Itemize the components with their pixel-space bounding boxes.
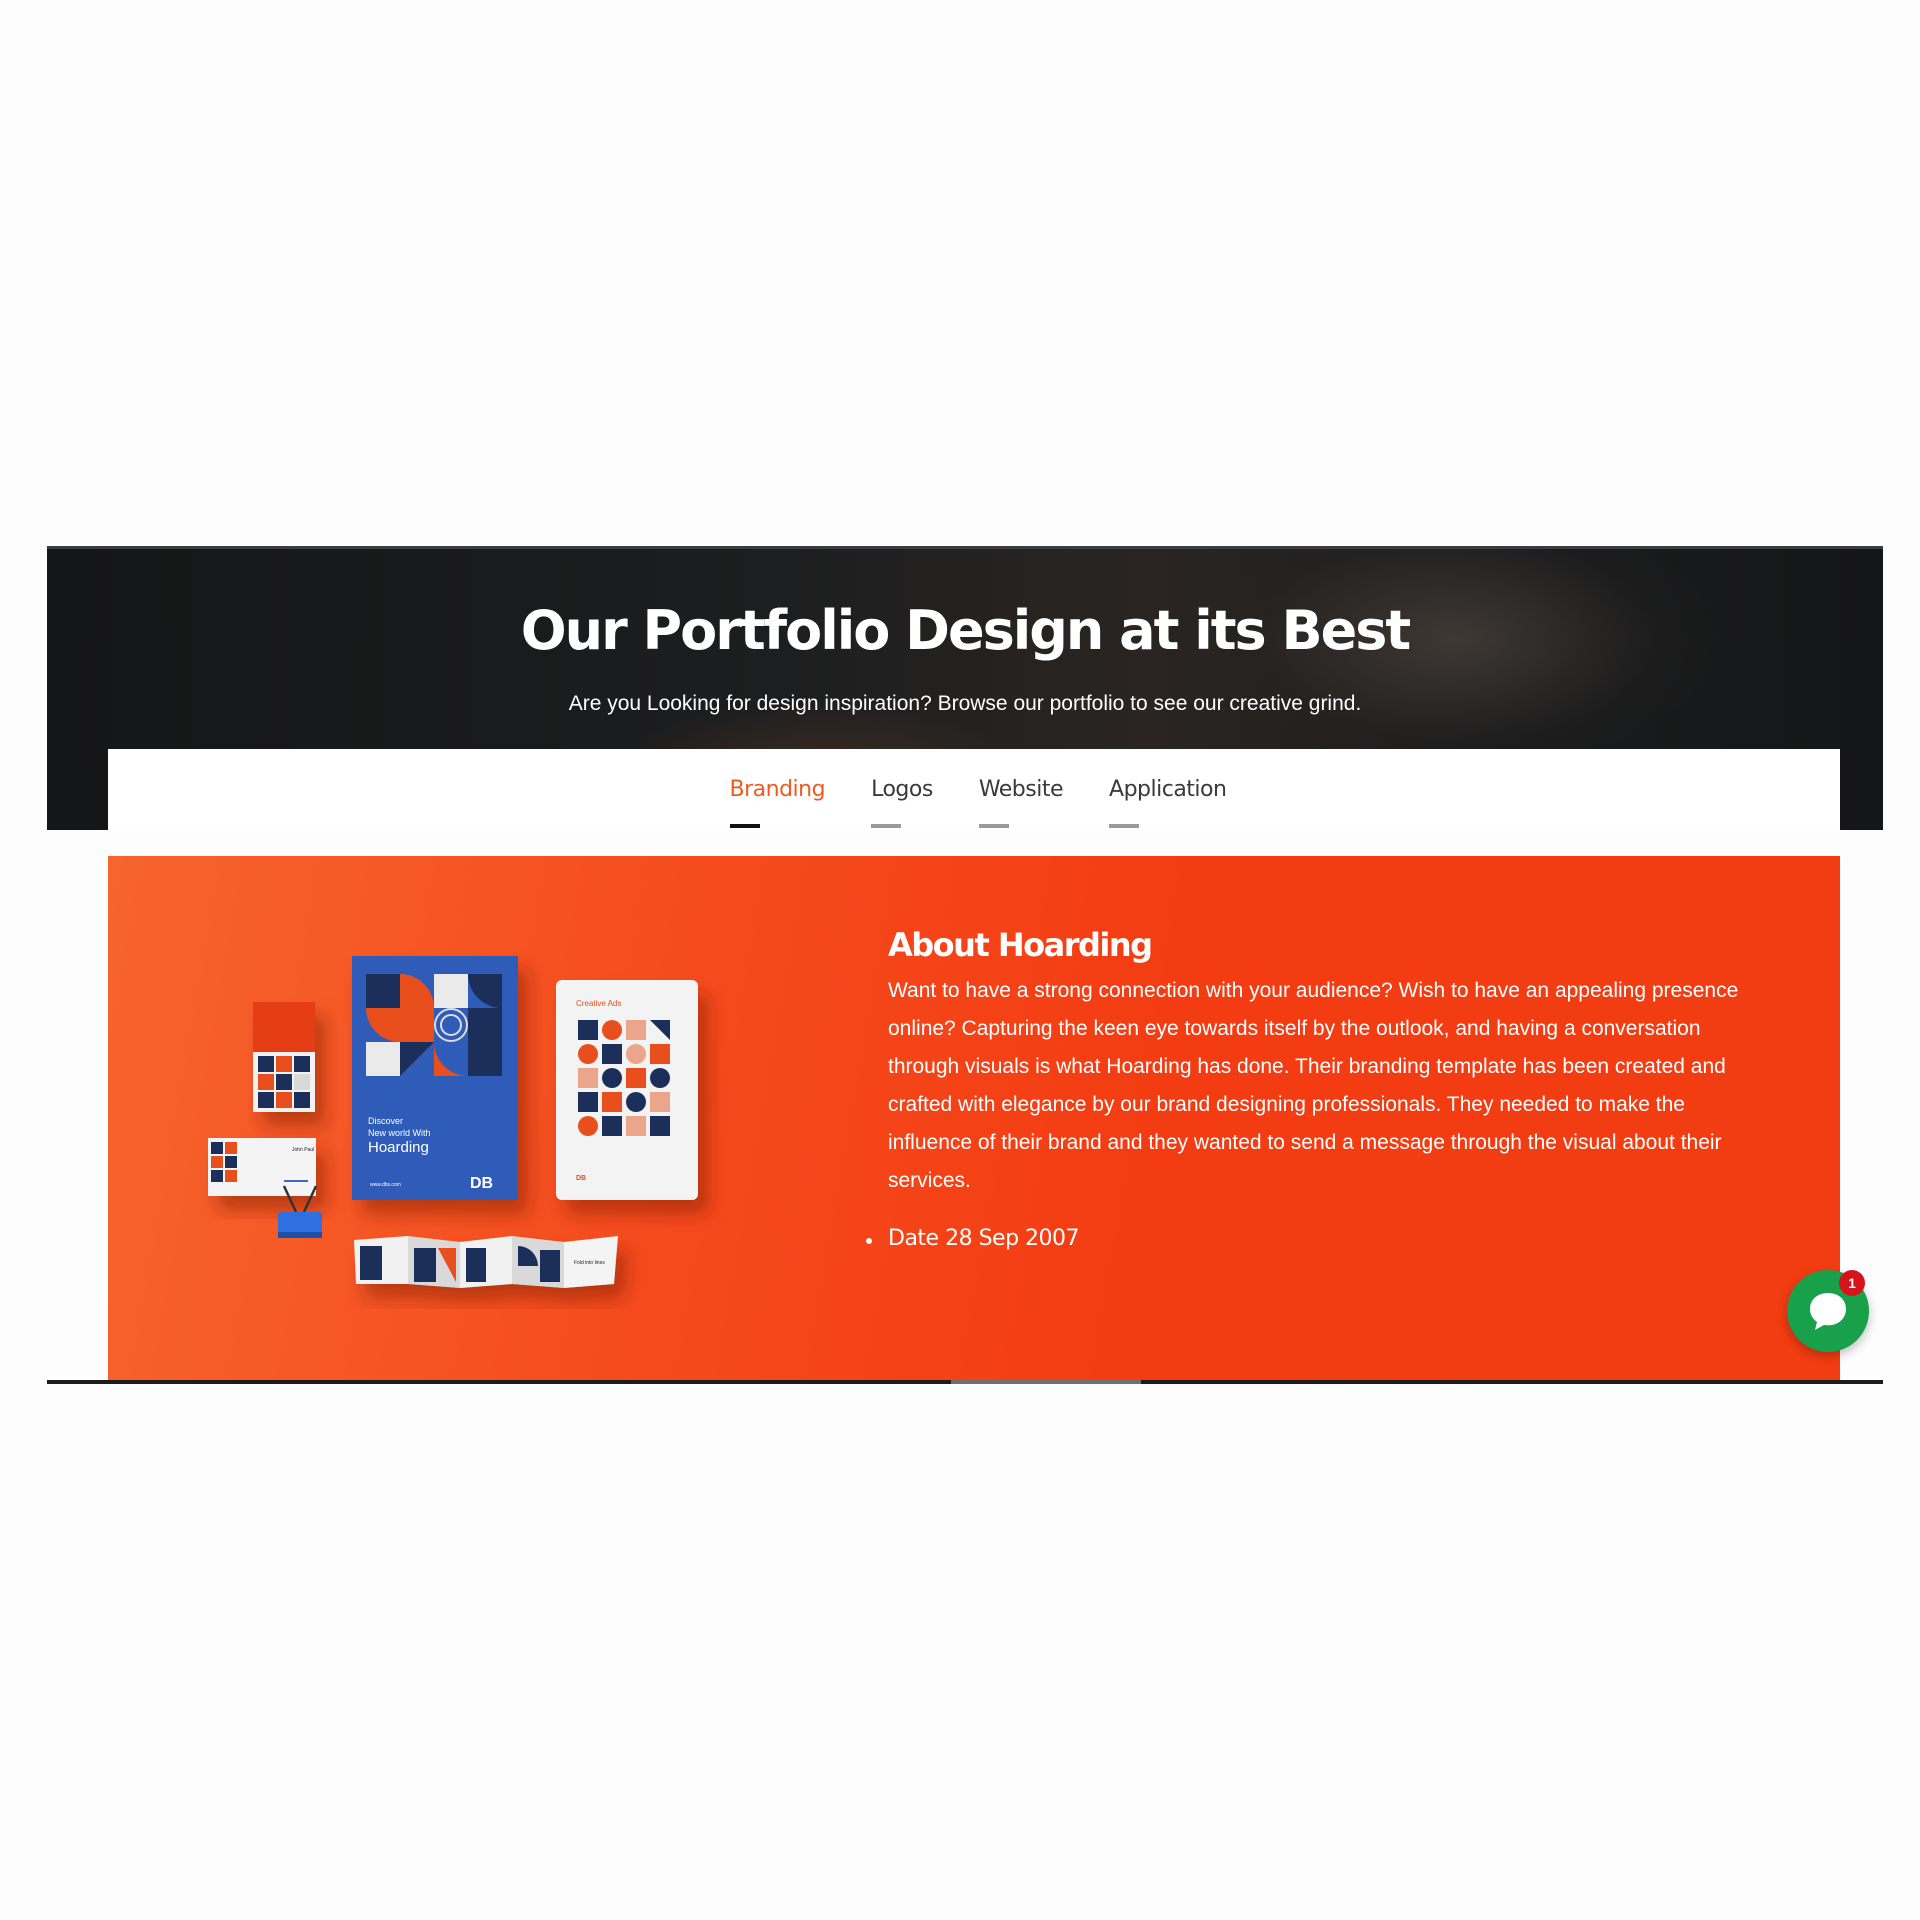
tab-website[interactable]: Website	[978, 749, 1064, 830]
tab-label: Application	[1109, 777, 1227, 802]
feature-title: About Hoarding	[888, 926, 1153, 964]
slider-progress-thumb[interactable]	[951, 1380, 1141, 1384]
feature-description: Want to have a strong connection with yo…	[888, 979, 1739, 1192]
tab-label: Branding	[729, 777, 826, 802]
feature-details-list: Date 28 Sep 2007	[866, 1226, 1080, 1251]
page-title: Our Portfolio Design at its Best	[520, 599, 1411, 662]
portfolio-tabs-panel: Branding Logos Website Application	[108, 749, 1840, 830]
chat-notification-badge: 1	[1839, 1270, 1865, 1296]
card-name: John Paul	[292, 1147, 314, 1153]
page-subtitle: Are you Looking for design inspiration? …	[568, 692, 1362, 715]
tab-label: Logos	[871, 777, 933, 802]
tab-application[interactable]: Application	[1109, 749, 1227, 830]
business-card-vertical	[253, 1002, 315, 1112]
poster-line-2: New world With	[368, 1128, 431, 1138]
creative-ads-notebook: Creative Ads DB	[556, 980, 698, 1200]
feature-date: Date 28 Sep 2007	[866, 1226, 1080, 1251]
portfolio-feature-panel: John Paul Discover New world With Hoardi…	[108, 856, 1840, 1380]
branding-mockup-image: John Paul Discover New world With Hoardi…	[208, 956, 698, 1288]
poster-line-1: Discover	[368, 1116, 403, 1126]
tab-indicator	[1109, 824, 1140, 828]
tab-indicator	[978, 824, 1009, 828]
poster-logo: DB	[470, 1175, 493, 1192]
tab-logos[interactable]: Logos	[871, 749, 933, 830]
tab-branding[interactable]: Branding	[729, 749, 826, 830]
portfolio-tabs: Branding Logos Website Application	[108, 749, 1840, 830]
hoarding-poster: Discover New world With Hoarding www.dbs…	[352, 956, 518, 1200]
tab-label: Website	[978, 777, 1064, 802]
poster-url: www.dbs.com	[370, 1182, 401, 1188]
notebook-logo: DB	[576, 1175, 586, 1182]
page: Our Portfolio Design at its Best Are you…	[0, 0, 1920, 1920]
folded-banner: Fold into lines	[354, 1236, 618, 1288]
tab-indicator	[871, 824, 902, 828]
business-card-horizontal: John Paul	[208, 1138, 316, 1196]
notebook-title: Creative Ads	[576, 999, 621, 1008]
tab-indicator	[729, 824, 760, 828]
poster-line-3: Hoarding	[368, 1139, 429, 1156]
banner-text: Fold into lines	[574, 1260, 605, 1266]
